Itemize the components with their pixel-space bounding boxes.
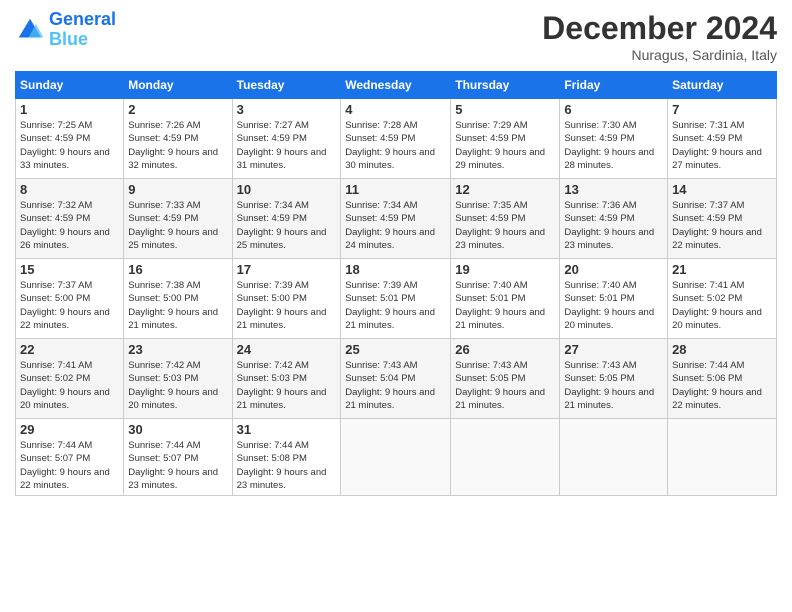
logo: General Blue xyxy=(15,10,116,50)
table-row: 12Sunrise: 7:35 AMSunset: 4:59 PMDayligh… xyxy=(451,179,560,259)
table-row: 6Sunrise: 7:30 AMSunset: 4:59 PMDaylight… xyxy=(560,99,668,179)
table-row: 4Sunrise: 7:28 AMSunset: 4:59 PMDaylight… xyxy=(341,99,451,179)
table-row: 16Sunrise: 7:38 AMSunset: 5:00 PMDayligh… xyxy=(124,259,232,339)
table-row: 14Sunrise: 7:37 AMSunset: 4:59 PMDayligh… xyxy=(668,179,777,259)
location: Nuragus, Sardinia, Italy xyxy=(542,47,777,63)
table-row: 17Sunrise: 7:39 AMSunset: 5:00 PMDayligh… xyxy=(232,259,341,339)
table-row: 28Sunrise: 7:44 AMSunset: 5:06 PMDayligh… xyxy=(668,339,777,419)
header-row: Sunday Monday Tuesday Wednesday Thursday… xyxy=(16,72,777,99)
table-row: 26Sunrise: 7:43 AMSunset: 5:05 PMDayligh… xyxy=(451,339,560,419)
col-monday: Monday xyxy=(124,72,232,99)
table-row: 31Sunrise: 7:44 AMSunset: 5:08 PMDayligh… xyxy=(232,419,341,496)
table-row: 22Sunrise: 7:41 AMSunset: 5:02 PMDayligh… xyxy=(16,339,124,419)
table-row: 11Sunrise: 7:34 AMSunset: 4:59 PMDayligh… xyxy=(341,179,451,259)
table-row: 10Sunrise: 7:34 AMSunset: 4:59 PMDayligh… xyxy=(232,179,341,259)
calendar-table: Sunday Monday Tuesday Wednesday Thursday… xyxy=(15,71,777,496)
col-tuesday: Tuesday xyxy=(232,72,341,99)
col-thursday: Thursday xyxy=(451,72,560,99)
col-sunday: Sunday xyxy=(16,72,124,99)
table-row: 27Sunrise: 7:43 AMSunset: 5:05 PMDayligh… xyxy=(560,339,668,419)
table-row: 1Sunrise: 7:25 AMSunset: 4:59 PMDaylight… xyxy=(16,99,124,179)
table-row: 3Sunrise: 7:27 AMSunset: 4:59 PMDaylight… xyxy=(232,99,341,179)
table-row: 23Sunrise: 7:42 AMSunset: 5:03 PMDayligh… xyxy=(124,339,232,419)
table-row: 30Sunrise: 7:44 AMSunset: 5:07 PMDayligh… xyxy=(124,419,232,496)
table-row: 5Sunrise: 7:29 AMSunset: 4:59 PMDaylight… xyxy=(451,99,560,179)
table-row: 13Sunrise: 7:36 AMSunset: 4:59 PMDayligh… xyxy=(560,179,668,259)
table-row xyxy=(341,419,451,496)
table-row: 2Sunrise: 7:26 AMSunset: 4:59 PMDaylight… xyxy=(124,99,232,179)
table-row xyxy=(560,419,668,496)
title-section: December 2024 Nuragus, Sardinia, Italy xyxy=(542,10,777,63)
logo-text: General Blue xyxy=(49,10,116,50)
table-row: 20Sunrise: 7:40 AMSunset: 5:01 PMDayligh… xyxy=(560,259,668,339)
calendar-container: General Blue December 2024 Nuragus, Sard… xyxy=(0,0,792,506)
table-row: 25Sunrise: 7:43 AMSunset: 5:04 PMDayligh… xyxy=(341,339,451,419)
month-title: December 2024 xyxy=(542,10,777,47)
table-row: 7Sunrise: 7:31 AMSunset: 4:59 PMDaylight… xyxy=(668,99,777,179)
table-row: 18Sunrise: 7:39 AMSunset: 5:01 PMDayligh… xyxy=(341,259,451,339)
table-row xyxy=(668,419,777,496)
col-saturday: Saturday xyxy=(668,72,777,99)
table-row: 21Sunrise: 7:41 AMSunset: 5:02 PMDayligh… xyxy=(668,259,777,339)
table-row xyxy=(451,419,560,496)
table-row: 24Sunrise: 7:42 AMSunset: 5:03 PMDayligh… xyxy=(232,339,341,419)
header: General Blue December 2024 Nuragus, Sard… xyxy=(15,10,777,63)
table-row: 29Sunrise: 7:44 AMSunset: 5:07 PMDayligh… xyxy=(16,419,124,496)
col-friday: Friday xyxy=(560,72,668,99)
col-wednesday: Wednesday xyxy=(341,72,451,99)
table-row: 9Sunrise: 7:33 AMSunset: 4:59 PMDaylight… xyxy=(124,179,232,259)
table-row: 15Sunrise: 7:37 AMSunset: 5:00 PMDayligh… xyxy=(16,259,124,339)
table-row: 19Sunrise: 7:40 AMSunset: 5:01 PMDayligh… xyxy=(451,259,560,339)
table-row: 8Sunrise: 7:32 AMSunset: 4:59 PMDaylight… xyxy=(16,179,124,259)
logo-icon xyxy=(15,15,45,45)
